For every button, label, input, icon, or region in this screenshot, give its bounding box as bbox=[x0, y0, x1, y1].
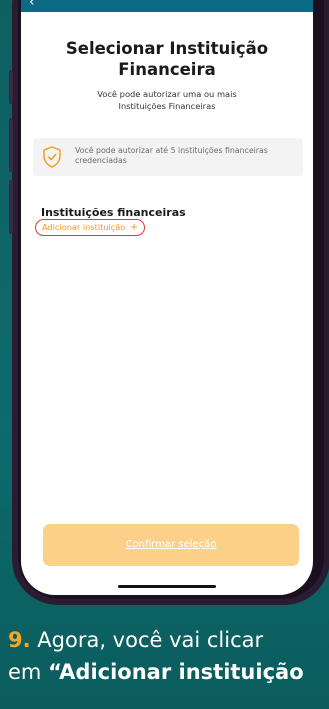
phone-side-button bbox=[9, 180, 13, 234]
section-title: Instituições financeiras bbox=[41, 206, 186, 219]
instruction-caption: 9. Agora, você vai clicar em “Adicionar … bbox=[8, 624, 329, 688]
caption-text: Agora, você vai clicar bbox=[30, 628, 264, 652]
caption-emphasis: “Adicionar instituição bbox=[48, 660, 304, 684]
top-bar: ‹ bbox=[21, 0, 313, 12]
caption-line-2: em “Adicionar instituição bbox=[8, 656, 329, 688]
subtitle-line: Instituições Financeiras bbox=[118, 101, 216, 111]
page-title-line: Selecionar Instituição bbox=[65, 39, 269, 58]
plus-icon: + bbox=[129, 222, 139, 233]
subtitle-line: Você pode autorizar uma ou mais bbox=[97, 89, 237, 99]
page-title: Selecionar Instituição Financeira bbox=[21, 38, 313, 80]
phone-side-button bbox=[9, 118, 13, 172]
add-institution-link[interactable]: Adicionar instituição + bbox=[35, 219, 146, 236]
caption-text: em bbox=[8, 660, 49, 684]
add-institution-label: Adicionar instituição bbox=[42, 222, 126, 232]
page-title-line: Financeira bbox=[118, 60, 216, 79]
confirm-selection-button[interactable]: Confirmar seleção bbox=[43, 524, 299, 566]
app-screen: ‹ Selecionar Instituição Financeira Você… bbox=[21, 0, 313, 595]
info-text: Você pode autorizar até 5 instituições f… bbox=[75, 146, 268, 165]
step-number: 9. bbox=[8, 628, 31, 652]
phone-side-button bbox=[9, 70, 13, 104]
caption-line-1: 9. Agora, você vai clicar bbox=[8, 624, 329, 656]
page-subtitle: Você pode autorizar uma ou mais Institui… bbox=[61, 88, 273, 112]
chevron-left-icon[interactable]: ‹ bbox=[29, 0, 35, 10]
info-box: Você pode autorizar até 5 instituições f… bbox=[33, 138, 303, 176]
home-indicator bbox=[118, 585, 216, 588]
shield-check-icon bbox=[43, 146, 61, 168]
